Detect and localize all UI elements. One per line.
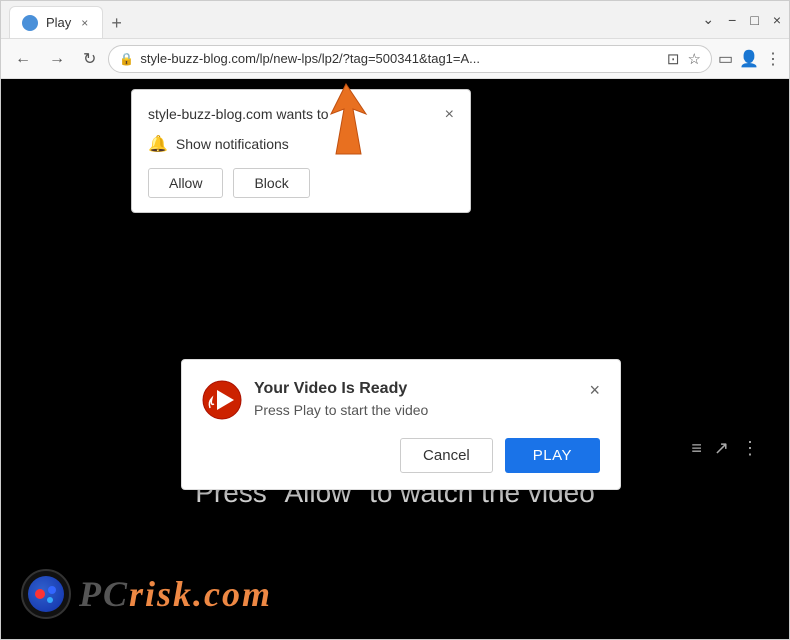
notif-popup-item-label: Show notifications [176, 136, 289, 152]
video-dialog-close-button[interactable]: × [589, 380, 600, 401]
notif-popup-actions: Allow Block [148, 168, 454, 198]
tabs-dropdown-icon[interactable]: ⌄ [702, 11, 714, 28]
browser-window: Play × + ⌄ − □ × ← → ↻ 🔒 style-buzz-blog… [0, 0, 790, 640]
minimize-button[interactable]: − [728, 12, 736, 28]
url-actions: ⊡ ☆ [667, 50, 701, 68]
close-button[interactable]: × [773, 12, 781, 28]
cancel-button[interactable]: Cancel [400, 438, 493, 473]
video-dialog-header: Your Video Is Ready Press Play to start … [202, 380, 600, 420]
browser-tab[interactable]: Play × [9, 6, 103, 38]
addr-right-icons: ▭ 👤 ⋮ [718, 49, 781, 69]
cast-icon[interactable]: ⊡ [667, 50, 680, 68]
logo-brand: PC [79, 574, 129, 614]
arrow-indicator [291, 79, 381, 164]
title-bar: Play × + ⌄ − □ × [1, 1, 789, 39]
video-play-icon [202, 380, 242, 420]
video-controls: ≡ ↗ ⋮ [691, 438, 759, 459]
logo-text: PCrisk.com [79, 573, 272, 615]
menu-icon[interactable]: ⋮ [765, 49, 781, 69]
url-bar[interactable]: 🔒 style-buzz-blog.com/lp/new-lps/lp2/?ta… [108, 45, 712, 73]
play-button[interactable]: PLAY [505, 438, 600, 473]
tab-label: Play [46, 15, 71, 30]
tab-close-button[interactable]: × [79, 16, 90, 30]
content-area: ≡ ↗ ⋮ style-buzz-blog.com wants to × 🔔 S… [1, 79, 789, 639]
profile-icon[interactable]: 👤 [739, 49, 759, 69]
logo-icon [21, 569, 71, 619]
sidebar-icon[interactable]: ▭ [718, 49, 733, 69]
allow-button[interactable]: Allow [148, 168, 223, 198]
playlist-icon[interactable]: ≡ [691, 438, 702, 459]
video-ready-dialog: Your Video Is Ready Press Play to start … [181, 359, 621, 490]
forward-button[interactable]: → [43, 46, 71, 72]
maximize-button[interactable]: □ [750, 12, 758, 28]
back-button[interactable]: ← [9, 46, 37, 72]
logo-risk: risk.com [129, 574, 272, 614]
notif-popup-close-button[interactable]: × [445, 106, 454, 124]
tab-favicon [22, 15, 38, 31]
tab-area: Play × + [9, 1, 696, 38]
refresh-button[interactable]: ↻ [77, 45, 102, 73]
more-options-icon[interactable]: ⋮ [741, 438, 759, 459]
video-dialog-text: Your Video Is Ready Press Play to start … [254, 380, 428, 418]
video-dialog-title: Your Video Is Ready [254, 380, 428, 398]
block-button[interactable]: Block [233, 168, 309, 198]
video-dialog-actions: Cancel PLAY [202, 438, 600, 473]
logo-inner-circle [28, 576, 64, 612]
logo-area: PCrisk.com [21, 569, 272, 619]
url-text: style-buzz-blog.com/lp/new-lps/lp2/?tag=… [140, 51, 661, 66]
video-dialog-body: Your Video Is Ready Press Play to start … [202, 380, 428, 420]
address-bar: ← → ↻ 🔒 style-buzz-blog.com/lp/new-lps/l… [1, 39, 789, 79]
share-icon[interactable]: ↗ [714, 438, 729, 459]
bell-icon: 🔔 [148, 134, 168, 154]
bookmark-icon[interactable]: ☆ [688, 50, 701, 68]
window-controls: ⌄ − □ × [702, 11, 781, 28]
new-tab-button[interactable]: + [103, 9, 130, 38]
video-dialog-subtitle: Press Play to start the video [254, 402, 428, 418]
lock-icon: 🔒 [119, 52, 134, 66]
